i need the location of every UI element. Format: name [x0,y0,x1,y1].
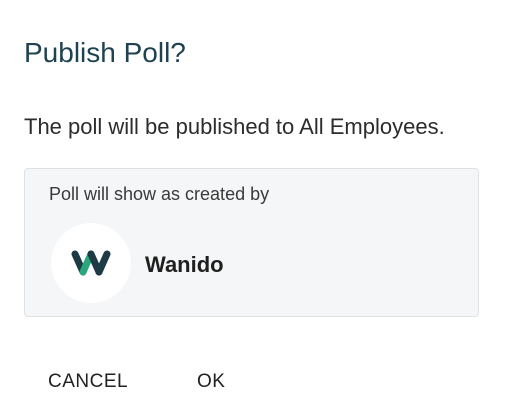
creator-caption: Poll will show as created by [49,184,270,204]
publish-poll-dialog: Publish Poll? The poll will be published… [0,0,505,416]
creator-avatar [51,223,131,303]
creator-card: Poll will show as created by Wanido [24,168,479,317]
dialog-message: The poll will be published to All Employ… [24,114,445,139]
dialog-title: Publish Poll? [24,37,186,68]
creator-name: Wanido [145,252,224,277]
ok-button[interactable]: OK [197,366,225,398]
wanido-logo-icon [71,250,111,276]
cancel-button[interactable]: CANCEL [48,366,128,398]
